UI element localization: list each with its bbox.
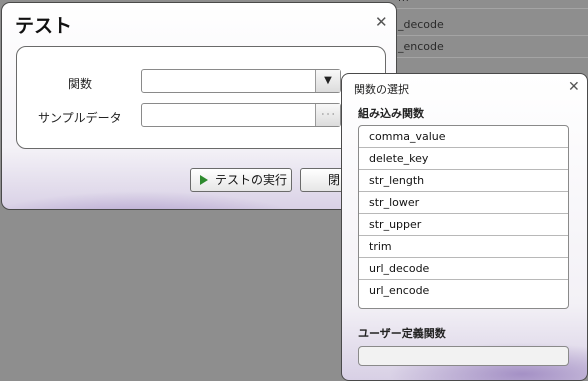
builtin-functions-header: 組み込み関数	[358, 107, 424, 120]
list-item[interactable]: delete_key	[359, 148, 568, 170]
run-test-label: テストの実行	[215, 173, 288, 187]
function-picker-popup: 関数の選択 ✕ 組み込み関数 comma_value delete_key st…	[341, 73, 588, 381]
run-test-button[interactable]: テストの実行	[190, 168, 292, 192]
input-panel: 関数 ▼ サンプルデータ · · ·	[16, 46, 386, 149]
list-item[interactable]: trim	[359, 236, 568, 258]
play-icon	[200, 175, 208, 185]
background-list-item: _decode	[380, 14, 588, 36]
background-list-item: _encode	[380, 36, 588, 58]
sample-data-field[interactable]: · · ·	[141, 103, 341, 127]
list-item[interactable]: str_upper	[359, 214, 568, 236]
popup-title: 関数の選択	[354, 83, 409, 96]
chevron-down-icon[interactable]: ▼	[315, 70, 340, 92]
list-item[interactable]: comma_value	[359, 126, 568, 148]
test-dialog: テスト ✕ 関数 ▼ サンプルデータ · · · テストの実行 閉じ	[1, 2, 397, 210]
background-list: m _decode _encode	[380, 0, 588, 80]
list-item[interactable]: url_encode	[359, 280, 568, 302]
ellipsis-icon[interactable]: · · ·	[315, 104, 340, 126]
dialog-title: テスト	[15, 15, 73, 37]
user-functions-list[interactable]	[358, 346, 569, 366]
builtin-functions-list: comma_value delete_key str_length str_lo…	[358, 125, 569, 309]
function-select[interactable]: ▼	[141, 69, 341, 93]
sample-data-label: サンプルデータ	[38, 111, 122, 125]
list-item[interactable]: str_lower	[359, 192, 568, 214]
close-icon[interactable]: ✕	[568, 80, 580, 94]
close-icon[interactable]: ✕	[375, 15, 388, 30]
list-item[interactable]: url_decode	[359, 258, 568, 280]
user-functions-header: ユーザー定義関数	[358, 327, 446, 340]
background-list-item: m	[380, 0, 588, 9]
list-item[interactable]: str_length	[359, 170, 568, 192]
function-label: 関数	[68, 77, 93, 91]
